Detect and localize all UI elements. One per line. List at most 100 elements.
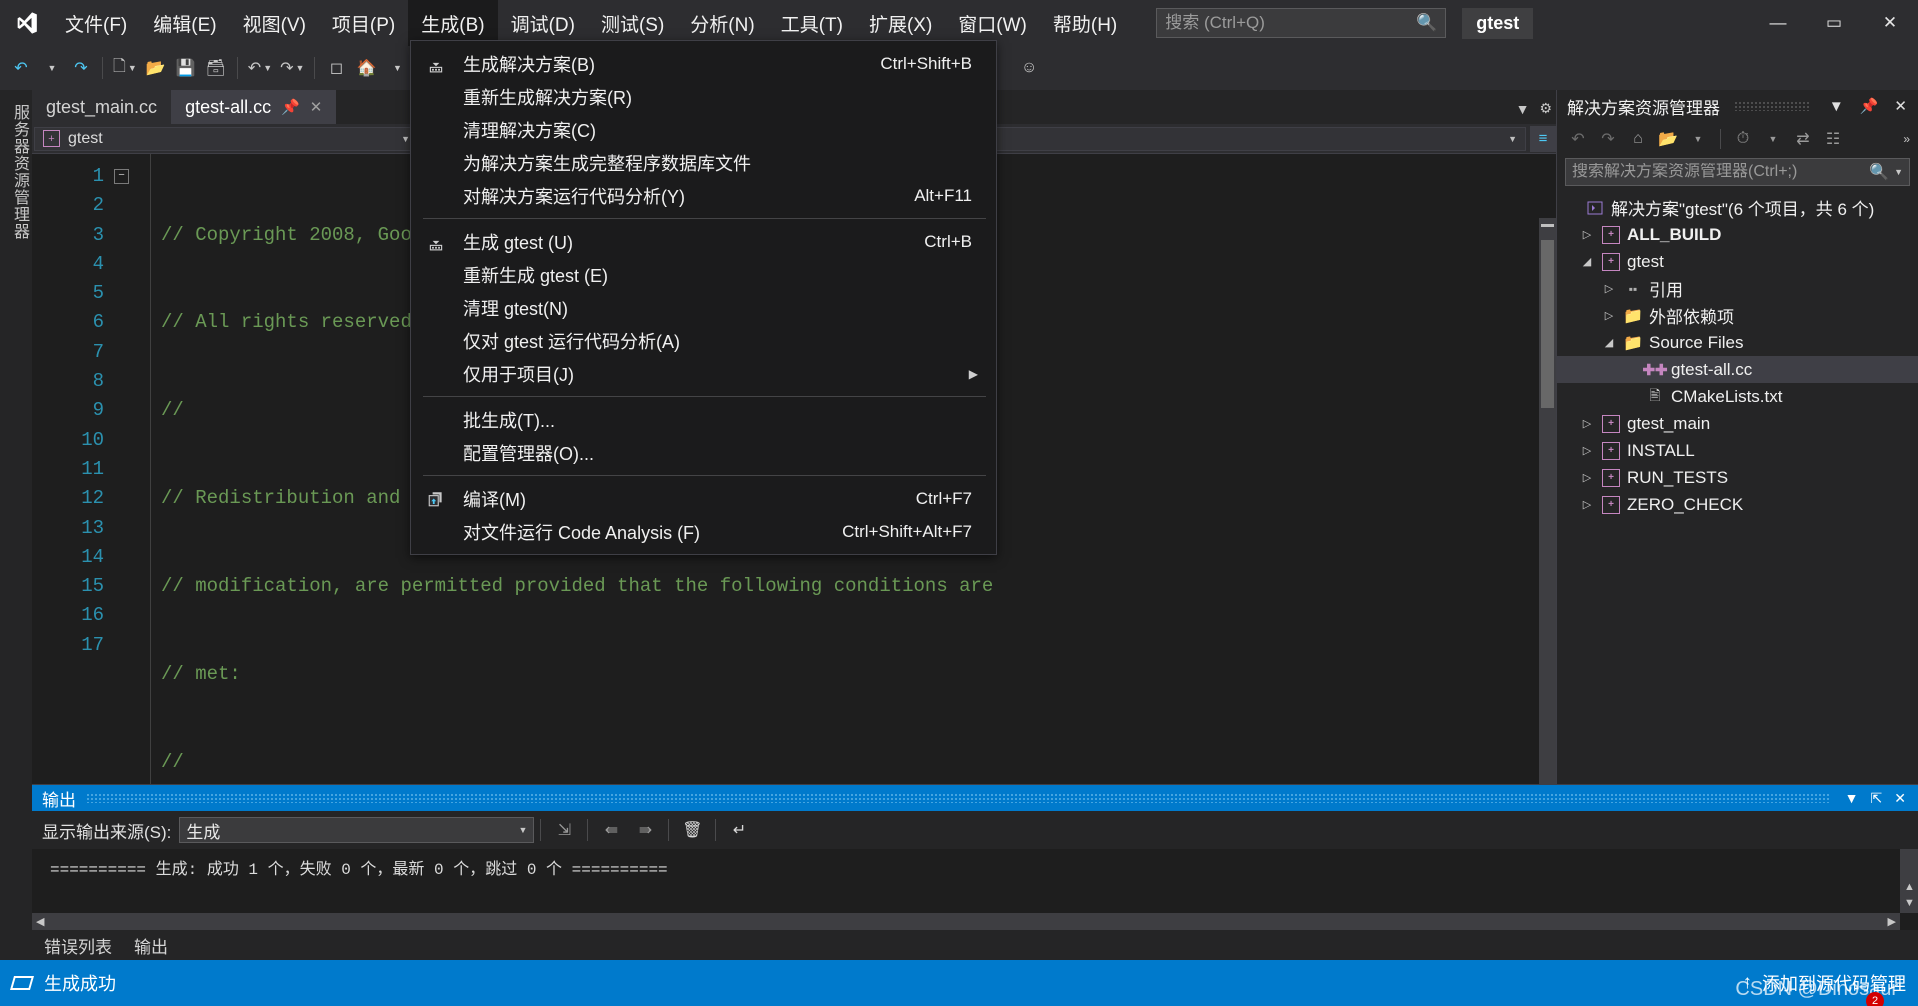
pending-changes-filter-icon[interactable]: ⏱ [1730,126,1756,152]
left-tool-rail[interactable]: 服务器资源管理器 [0,90,32,1006]
chevron-down-icon[interactable]: ▼ [1760,126,1786,152]
menu-item-build-gtest[interactable]: 生成 gtest (U) Ctrl+B [411,225,996,258]
navigate-back-icon[interactable]: ↶ [6,53,36,83]
menu-item-run-code-analysis-solution[interactable]: 对解决方案运行代码分析(Y) Alt+F11 [411,179,996,212]
split-view-icon[interactable]: ≡ [1530,125,1556,152]
menu-help[interactable]: 帮助(H) [1040,0,1130,46]
scroll-down-icon[interactable]: ▼ [1904,897,1915,909]
close-button[interactable]: ✕ [1862,0,1918,46]
close-icon[interactable]: ✕ [1888,790,1912,807]
scroll-right-icon[interactable]: ▶ [1888,915,1896,928]
back-icon[interactable]: ↶ [1565,126,1591,152]
twisty-collapsed-icon[interactable]: ▷ [1579,498,1595,511]
tree-item-solution[interactable]: 解决方案"gtest"(6 个项目，共 6 个) [1557,194,1918,221]
tree-item-install[interactable]: ▷ + INSTALL [1557,437,1918,464]
project-scope-dropdown[interactable]: + gtest ▼ [34,126,419,151]
menu-item-batch-build[interactable]: 批生成(T)... [411,403,996,436]
twisty-expanded-icon[interactable]: ◢ [1601,336,1617,349]
maximize-icon[interactable]: ⇱ [1865,790,1889,807]
tree-item-gtest[interactable]: ◢ + gtest [1557,248,1918,275]
build-menu-dropdown[interactable]: 生成解决方案(B) Ctrl+Shift+B 重新生成解决方案(R) 清理解决方… [410,40,997,555]
tree-item-source-files[interactable]: ◢ 📁 Source Files [1557,329,1918,356]
fold-column[interactable]: − [114,162,129,184]
server-explorer-tab[interactable]: 服务器资源管理器 [7,104,31,240]
tree-item-external-dependencies[interactable]: ▷ 📁 外部依赖项 [1557,302,1918,329]
twisty-collapsed-icon[interactable]: ▷ [1579,417,1595,430]
status-right[interactable]: ↑ 添加到源代码管理 CSDN @Dinosaur 2 [1735,970,1906,1006]
scroll-up-icon[interactable]: ▲ [1904,881,1915,893]
editor-tab-gtest-main[interactable]: gtest_main.cc [32,90,172,124]
menu-item-compile[interactable]: 编译(M) Ctrl+F7 [411,482,996,515]
drag-handle[interactable] [86,793,1829,803]
twisty-collapsed-icon[interactable]: ▷ [1579,228,1595,241]
solution-tree[interactable]: 解决方案"gtest"(6 个项目，共 6 个) ▷ + ALL_BUILD ◢… [1557,190,1918,518]
menu-file[interactable]: 文件(F) [52,0,140,46]
menu-item-clean-solution[interactable]: 清理解决方案(C) [411,113,996,146]
previous-message-icon[interactable]: ⇚ [594,815,628,845]
collapse-icon[interactable]: − [114,169,129,184]
new-item-icon[interactable]: 🗋 ▼ [109,53,141,83]
quick-search-input[interactable] [1165,13,1413,33]
attach-icon[interactable]: ◻ [321,53,351,83]
solution-search-input[interactable] [1572,163,1870,181]
properties-icon[interactable]: ☷ [1820,126,1846,152]
menu-view[interactable]: 视图(V) [230,0,319,46]
navigate-back-dropdown-icon[interactable]: ▼ [36,53,66,83]
minimize-button[interactable]: — [1750,0,1806,46]
menu-item-rebuild-gtest[interactable]: 重新生成 gtest (E) [411,258,996,291]
maximize-button[interactable]: ▭ [1806,0,1862,46]
scrollbar-thumb[interactable] [1541,240,1554,408]
output-toolbar[interactable]: 显示输出来源(S): 生成 ▼ ⇲ ⇚ ⇛ 🗑 ↵ [32,811,1918,849]
menu-item-rebuild-solution[interactable]: 重新生成解决方案(R) [411,80,996,113]
bottom-tab-strip[interactable]: 错误列表 输出 [32,930,1918,965]
home-icon[interactable]: ⌂ [1625,126,1651,152]
navigate-forward-icon[interactable]: ↷ [66,53,96,83]
chevron-down-icon[interactable]: ▼ [1824,98,1849,115]
twisty-expanded-icon[interactable]: ◢ [1579,255,1595,268]
solution-explorer-toolbar[interactable]: ↶ ↷ ⌂ 📂 ▼ ⏱ ▼ ⇄ ☷ » [1557,122,1918,156]
menu-item-run-code-analysis-gtest[interactable]: 仅对 gtest 运行代码分析(A) [411,324,996,357]
close-icon[interactable]: ✕ [1889,97,1912,115]
menu-item-build-solution[interactable]: 生成解决方案(B) Ctrl+Shift+B [411,47,996,80]
drag-handle[interactable] [1734,101,1810,111]
quick-search-box[interactable]: 🔍 [1156,8,1447,38]
tab-strip-actions[interactable]: ▼ ⚙ [1516,100,1552,117]
next-message-icon[interactable]: ⇛ [628,815,662,845]
tree-item-zero-check[interactable]: ▷ + ZERO_CHECK [1557,491,1918,518]
tree-item-references[interactable]: ▷ ▪▪ 引用 [1557,275,1918,302]
chevron-down-icon[interactable]: ▼ [1685,126,1711,152]
menu-item-configuration-manager[interactable]: 配置管理器(O)... [411,436,996,469]
chevron-down-icon[interactable]: ▼ [1894,167,1903,177]
output-horizontal-scrollbar[interactable]: ◀ ▶ [32,913,1900,930]
home-dropdown-icon[interactable]: ▼ [381,53,411,83]
menu-item-clean-gtest[interactable]: 清理 gtest(N) [411,291,996,324]
tree-item-all-build[interactable]: ▷ + ALL_BUILD [1557,221,1918,248]
tree-item-gtest-main[interactable]: ▷ + gtest_main [1557,410,1918,437]
home-icon[interactable]: 🏠 [351,53,381,83]
close-icon[interactable]: ✕ [310,98,323,116]
tree-item-cmakelists-txt[interactable]: 🖹 CMakeLists.txt [1557,383,1918,410]
output-source-dropdown[interactable]: 生成 ▼ [179,817,535,843]
editor-vertical-scrollbar[interactable] [1539,218,1556,784]
feedback-icon[interactable]: ☺ [1014,53,1044,83]
undo-icon[interactable]: ↶ ▼ [244,53,276,83]
clear-all-icon[interactable]: 🗑 [675,815,709,845]
pin-icon[interactable]: 📌 [281,98,300,116]
gear-icon[interactable]: ⚙ [1539,100,1552,117]
forward-icon[interactable]: ↷ [1595,126,1621,152]
twisty-collapsed-icon[interactable]: ▷ [1579,471,1595,484]
chevron-down-icon[interactable]: ▼ [1839,790,1865,806]
toggle-word-wrap-icon[interactable]: ↵ [722,815,756,845]
solution-explorer-search[interactable]: 🔍 ▼ [1565,158,1910,186]
twisty-collapsed-icon[interactable]: ▷ [1601,309,1617,322]
go-to-message-icon[interactable]: ⇲ [547,815,581,845]
show-all-files-icon[interactable]: ⇄ [1790,126,1816,152]
menu-item-run-code-analysis-file[interactable]: 对文件运行 Code Analysis (F) Ctrl+Shift+Alt+F… [411,515,996,548]
chevron-down-icon[interactable]: ▼ [1516,101,1530,117]
scroll-left-icon[interactable]: ◀ [36,915,44,928]
pin-icon[interactable]: 📌 [1855,97,1884,115]
sync-with-active-document-icon[interactable]: 📂 [1655,126,1681,152]
menu-project[interactable]: 项目(P) [319,0,408,46]
tab-error-list[interactable]: 错误列表 [40,933,116,965]
tree-item-gtest-all-cc[interactable]: ✚✚ gtest-all.cc [1557,356,1918,383]
